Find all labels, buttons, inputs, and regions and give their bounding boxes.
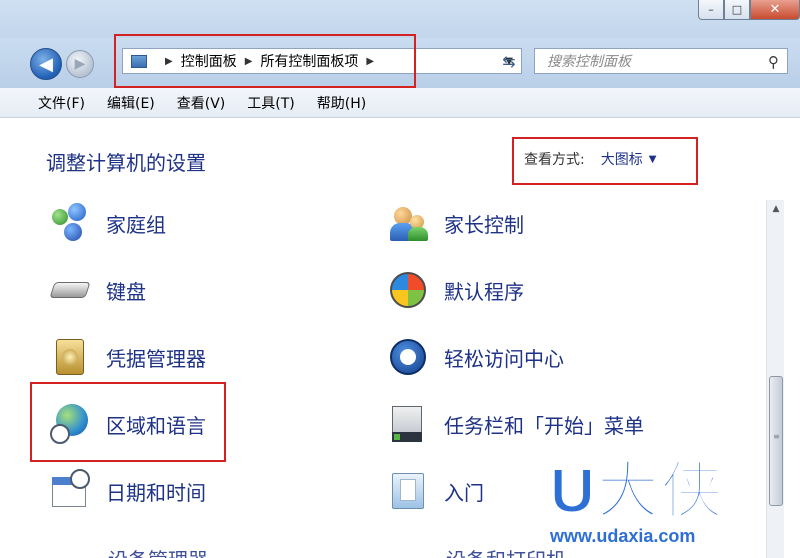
- item-label: 日期和时间: [106, 480, 206, 505]
- homegroup-icon: [48, 201, 92, 245]
- getting-started-icon: [386, 469, 430, 513]
- grip-icon: ≡: [773, 432, 780, 441]
- item-date-time[interactable]: 日期和时间: [48, 469, 206, 513]
- watermark-logo: U大侠: [549, 456, 725, 527]
- forward-arrow-icon: ▶: [74, 56, 86, 72]
- item-credential-manager[interactable]: 凭据管理器: [48, 335, 206, 379]
- date-time-icon: [48, 469, 92, 513]
- taskbar-start-menu-icon: [386, 402, 430, 446]
- back-button[interactable]: ◀: [30, 48, 62, 80]
- item-label: 家庭组: [106, 212, 166, 237]
- item-getting-started[interactable]: 入门: [386, 469, 484, 513]
- credential-manager-icon: [48, 335, 92, 379]
- back-arrow-icon: ◀: [39, 53, 53, 75]
- region-highlight-box: [30, 382, 226, 462]
- window-controls: – □ ✕: [698, 0, 800, 20]
- item-label: 入门: [444, 480, 484, 505]
- item-label: 默认程序: [444, 279, 524, 304]
- item-label: 凭据管理器: [106, 346, 206, 371]
- parental-controls-icon: [386, 201, 430, 245]
- item-label: 轻松访问中心: [444, 346, 564, 371]
- refresh-button[interactable]: ⇆: [494, 48, 524, 74]
- menu-tools[interactable]: 工具(T): [247, 93, 294, 113]
- page-title: 调整计算机的设置: [46, 151, 206, 175]
- title-bar: – □ ✕: [0, 0, 800, 38]
- address-highlight-box: [114, 34, 416, 88]
- item-parental-controls[interactable]: 家长控制: [386, 201, 524, 245]
- item-label: 家长控制: [444, 212, 524, 237]
- scroll-up-icon[interactable]: ▲: [767, 200, 785, 218]
- item-label: 键盘: [106, 279, 146, 304]
- menu-file[interactable]: 文件(F): [38, 93, 85, 113]
- search-input[interactable]: 搜索控制面板 ⚲: [534, 48, 788, 74]
- default-programs-icon: [386, 268, 430, 312]
- item-keyboard[interactable]: 键盘: [48, 268, 146, 312]
- item-device-manager-partial[interactable]: 设备管理器: [108, 544, 208, 558]
- maximize-button[interactable]: □: [724, 0, 750, 20]
- close-button[interactable]: ✕: [750, 0, 800, 20]
- item-homegroup[interactable]: 家庭组: [48, 201, 166, 245]
- watermark-url: www.udaxia.com: [550, 526, 696, 546]
- menu-help[interactable]: 帮助(H): [317, 93, 366, 113]
- forward-button[interactable]: ▶: [66, 50, 94, 78]
- view-by-highlight-box: [512, 137, 698, 185]
- menu-view[interactable]: 查看(V): [177, 93, 226, 113]
- item-ease-of-access[interactable]: 轻松访问中心: [386, 335, 564, 379]
- item-default-programs[interactable]: 默认程序: [386, 268, 524, 312]
- ease-of-access-icon: [386, 335, 430, 379]
- item-devices-printers-partial[interactable]: 设备和打印机: [446, 544, 566, 558]
- minimize-button[interactable]: –: [698, 0, 724, 20]
- menu-edit[interactable]: 编辑(E): [107, 93, 155, 113]
- search-placeholder: 搜索控制面板: [547, 54, 631, 70]
- refresh-icon: ⇆: [502, 51, 516, 71]
- watermark: U大侠 www.udaxia.com: [549, 440, 790, 550]
- menu-bar: 文件(F) 编辑(E) 查看(V) 工具(T) 帮助(H): [0, 88, 800, 118]
- item-label: 任务栏和「开始」菜单: [444, 413, 644, 438]
- keyboard-icon: [48, 268, 92, 312]
- search-icon[interactable]: ⚲: [768, 53, 779, 71]
